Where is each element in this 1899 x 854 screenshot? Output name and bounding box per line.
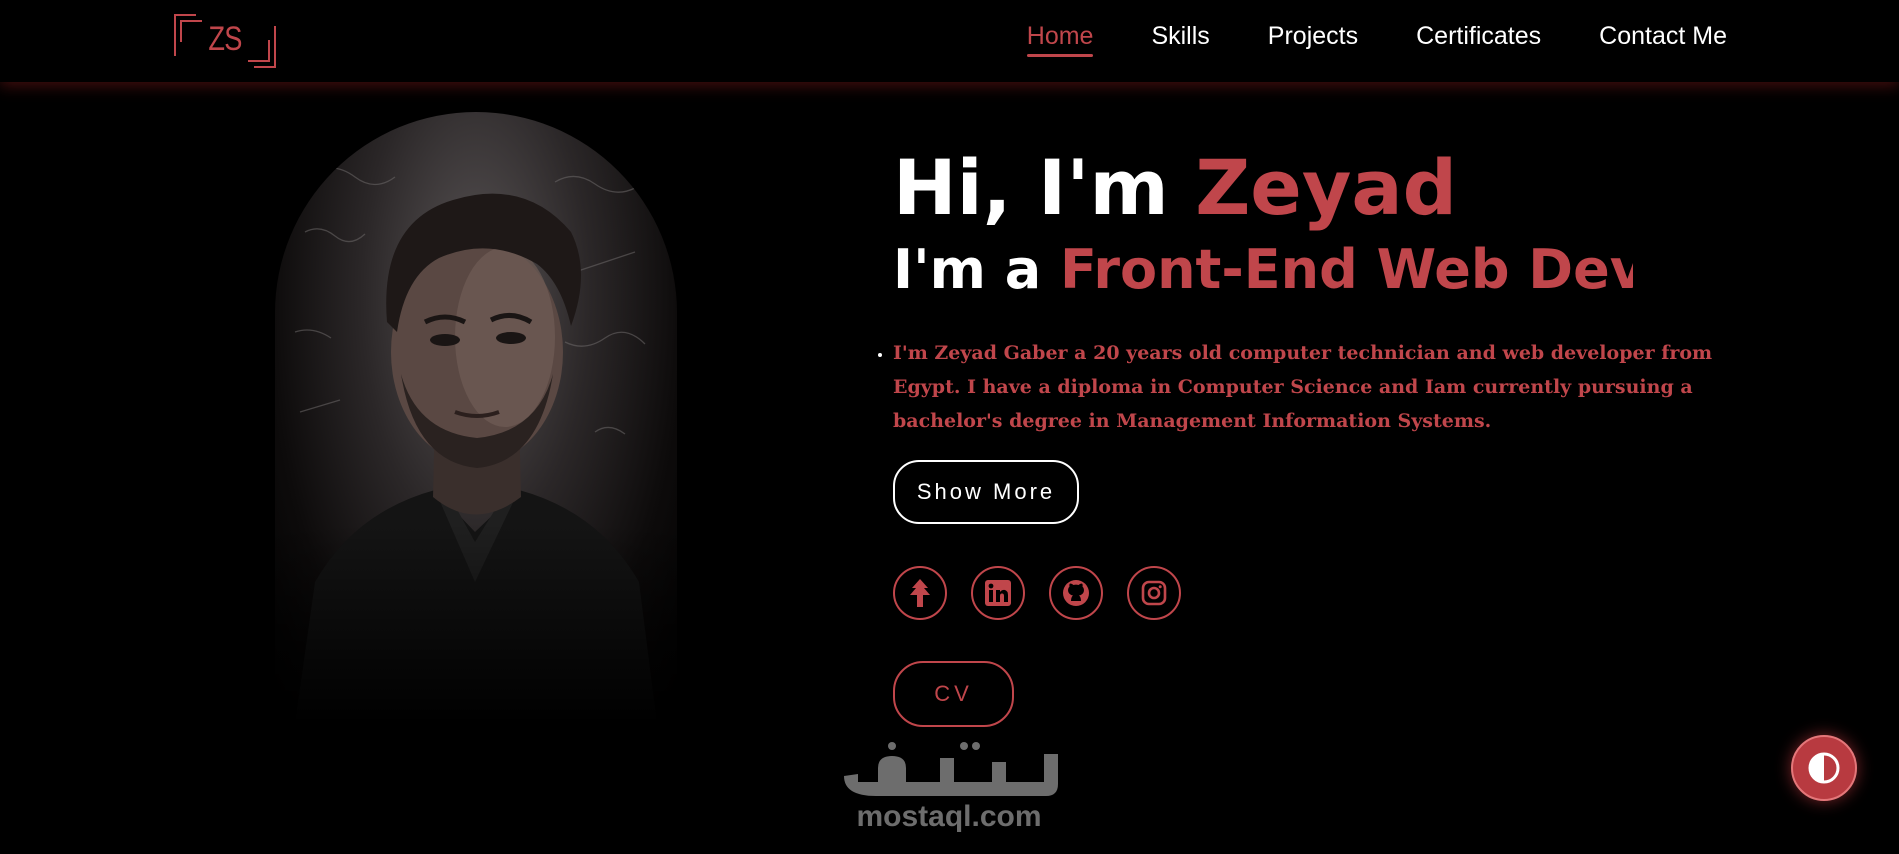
linktree-link[interactable] xyxy=(893,566,947,620)
watermark-logo xyxy=(844,742,1058,796)
greeting-prefix: Hi, I'm xyxy=(893,143,1169,232)
instagram-link[interactable] xyxy=(1127,566,1181,620)
greeting-heading: Hi, I'm Zeyad xyxy=(893,140,1773,236)
nav-projects[interactable]: Projects xyxy=(1268,22,1358,57)
show-more-button[interactable]: Show More xyxy=(893,460,1079,524)
greeting-name: Zeyad xyxy=(1195,143,1458,232)
github-icon xyxy=(1063,580,1089,606)
github-link[interactable] xyxy=(1049,566,1103,620)
role-heading: I'm a Front-End Web Devel xyxy=(893,236,1633,304)
contrast-icon xyxy=(1808,752,1840,784)
nav-contact[interactable]: Contact Me xyxy=(1599,22,1727,57)
logo-text: ZS xyxy=(208,20,242,58)
nav-skills[interactable]: Skills xyxy=(1151,22,1209,57)
role-text: Front-End Web Devel xyxy=(1059,238,1633,301)
nav-home[interactable]: Home xyxy=(1026,22,1093,57)
main-nav: Home Skills Projects Certificates Contac… xyxy=(1026,22,1727,57)
theme-toggle-button[interactable] xyxy=(1791,735,1857,801)
bio-text: I'm Zeyad Gaber a 20 years old computer … xyxy=(893,336,1733,438)
hero-section: Hi, I'm Zeyad I'm a Front-End Web Devel … xyxy=(893,140,1773,727)
photo-fade xyxy=(275,524,677,724)
instagram-icon xyxy=(1141,580,1167,606)
nav-certificates[interactable]: Certificates xyxy=(1416,22,1541,57)
role-prefix: I'm a xyxy=(893,238,1042,301)
logo[interactable]: ZS xyxy=(172,12,278,70)
bio-list: I'm Zeyad Gaber a 20 years old computer … xyxy=(893,336,1733,438)
linkedin-icon xyxy=(985,580,1011,606)
profile-photo xyxy=(275,112,677,724)
cv-button[interactable]: CV xyxy=(893,661,1014,727)
social-links xyxy=(893,566,1181,620)
linktree-icon xyxy=(910,579,930,607)
watermark-url: mostaql.com xyxy=(856,800,1042,833)
navbar: ZS Home Skills Projects Certificates Con… xyxy=(0,0,1899,82)
linkedin-link[interactable] xyxy=(971,566,1025,620)
watermark: mostaql.com xyxy=(836,738,1062,838)
